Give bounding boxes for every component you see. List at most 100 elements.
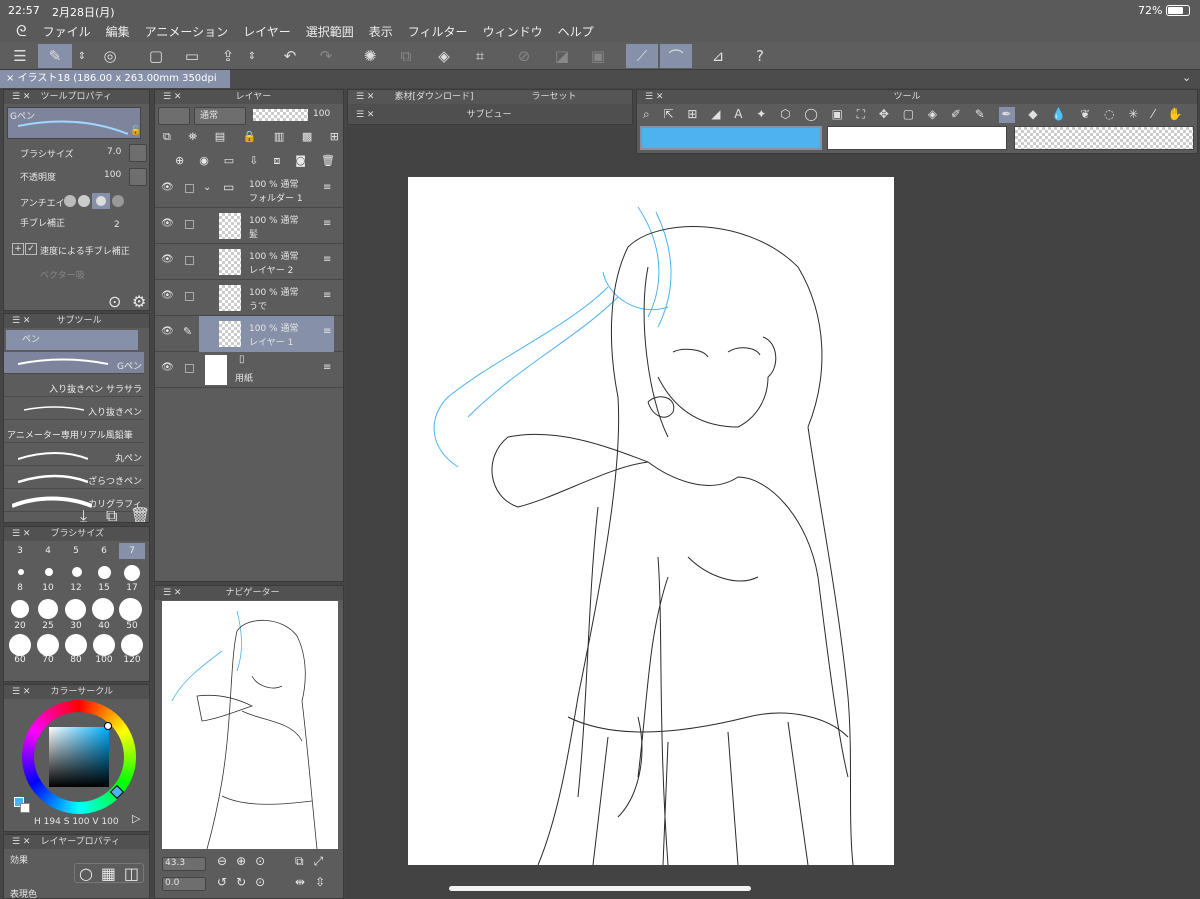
sparkle-tool-icon[interactable]: ✦ [756,107,766,123]
layer-checkbox[interactable] [185,364,194,373]
speed-stab-checkbox[interactable]: ✓ [25,243,37,255]
eraser-tool-icon[interactable]: ◆ [1028,107,1037,123]
subtool-item-zaratsuki[interactable]: ざらつきペン [4,467,144,489]
hand-tool-icon[interactable]: ✋ [1168,107,1183,123]
eye-icon[interactable]: 👁 [161,182,174,193]
sub-color-swatch[interactable] [20,803,30,813]
layer-color-selector[interactable] [158,107,190,125]
flip-vertical-icon[interactable]: ⇳ [315,875,325,889]
blend-mode-select[interactable]: 通常 [194,107,246,125]
stop-icon[interactable]: ⊙ [255,854,265,868]
stabilization-value[interactable]: 2 [114,220,120,230]
close-panel-icon[interactable]: ☰ ✕ [645,92,663,102]
document-tab[interactable]: × イラスト18 (186.00 x 263.00mm 350dpi 43.3%… [0,70,230,102]
drag-handle-icon[interactable]: ≡ [323,326,331,337]
opacity-pressure-toggle[interactable] [129,168,147,186]
effect-buttons[interactable]: ○ ▦ ◫ [74,863,144,883]
opacity-value[interactable]: 100 [104,170,121,180]
eye-icon[interactable]: 👁 [161,326,174,337]
sub-color-bar[interactable] [827,126,1007,150]
eye-icon[interactable]: 👁 [161,362,174,373]
pencil-tool-icon[interactable]: ✎ [975,107,985,123]
brush-size-3[interactable]: 3 [7,546,33,556]
border-effect-icon[interactable]: ○ [79,864,93,883]
colorset-tab[interactable]: ラーセット [532,90,577,104]
antialias-weak[interactable] [78,195,90,207]
menu-file[interactable]: ファイル [43,23,91,40]
brush-size-100[interactable]: 100 [91,655,117,665]
ruler-icon[interactable]: ⊞ [330,130,339,144]
lock-transparency-icon[interactable]: ▥ [274,130,284,144]
brush-size-30[interactable]: 30 [63,621,89,631]
brush-preview[interactable]: Gペン 🔓 [7,107,141,139]
close-panel-icon[interactable]: ☰ ✕ [12,837,30,847]
layer-checkbox[interactable] [185,184,194,193]
antialias-strong[interactable] [112,195,124,207]
menu-view[interactable]: 表示 [369,23,393,40]
eye-icon[interactable]: 👁 [161,290,174,301]
mode-stepper-icon[interactable]: ⇕ [74,44,90,68]
material-tab[interactable]: 素材[ダウンロード] [394,90,473,104]
fill-tool-icon[interactable]: ◈ [928,107,937,123]
redo-icon[interactable]: ↷ [312,44,340,68]
drag-handle-icon[interactable]: ≡ [323,362,331,373]
rotate-view-icon[interactable]: ◎ [96,44,124,68]
special-ruler-snap-icon[interactable]: ⌒ [660,44,692,68]
new-file-icon[interactable]: ▢ [142,44,170,68]
magic-wand-icon[interactable]: ✳ [1128,107,1138,123]
grid-snap-icon[interactable]: ⊿ [704,44,732,68]
brush-size-25[interactable]: 25 [35,621,61,631]
brush-size-value[interactable]: 7.0 [107,147,121,157]
subview-tab[interactable]: サブビュー [466,108,511,122]
brush-tool-icon[interactable]: ✐ [951,107,961,123]
layer-checkbox[interactable] [185,220,194,229]
drag-handle-icon[interactable]: ≡ [323,218,331,229]
edit-mode-icon[interactable]: ✎ [38,44,72,68]
brush-size-80[interactable]: 80 [63,655,89,665]
layer-row-arm[interactable]: 👁 100 % 通常 うで ≡ [155,280,343,316]
brush-size-15[interactable]: 15 [91,583,117,593]
pressure-toggle[interactable] [129,144,147,162]
opacity-slider[interactable] [253,109,308,121]
layer-checkbox[interactable] [185,292,194,301]
play-icon[interactable]: ▷ [132,812,140,825]
app-logo-icon[interactable]: ᘓ [16,22,27,40]
navigator-preview[interactable] [162,601,338,850]
fill-icon[interactable]: ◈ [430,44,458,68]
balloon-tool-icon[interactable]: ◯ [804,107,817,123]
brush-size-8[interactable]: 8 [7,583,33,593]
lock-icon[interactable]: 🔒 [243,130,257,144]
brush-size-4[interactable]: 4 [35,546,61,556]
brush-size-120[interactable]: 120 [119,655,145,665]
actual-size-icon[interactable]: ⤢ [314,854,324,869]
main-color-bar[interactable] [640,126,822,150]
mask-icon[interactable]: ▩ [302,130,312,144]
transform-icon[interactable]: ⧉ [392,44,420,68]
move-layer-icon[interactable]: ✥ [879,107,889,123]
close-panel-icon[interactable]: ☰ ✕ [356,110,374,120]
subtool-item-gpen[interactable]: Gペン [4,352,144,374]
menu-window[interactable]: ウィンドウ [483,23,543,40]
gradient-tool-icon[interactable]: ▣ [832,107,843,123]
drag-handle-icon[interactable]: ≡ [323,182,331,193]
brush-size-17[interactable]: 17 [119,583,145,593]
open-folder-icon[interactable]: ▭ [178,44,206,68]
layer-opacity-value[interactable]: 100 [313,109,330,119]
rotate-field[interactable]: 0.0 [162,877,206,891]
menu-filter[interactable]: フィルター [408,23,468,40]
expand-icon[interactable]: + [12,243,24,255]
hamburger-menu-icon[interactable]: ☰ [6,44,34,68]
clip-icon[interactable]: ⧉ [163,130,171,144]
layer-checkbox[interactable] [185,256,194,265]
duplicate-subtool-icon[interactable]: ⧉ [106,506,117,522]
layer-row-paper[interactable]: 👁 ▯ 用紙 ≡ [155,352,343,388]
eye-icon[interactable]: 👁 [161,218,174,229]
blend-tool-icon[interactable]: 💧 [1051,107,1066,123]
crop-icon[interactable]: ⌗ [466,44,494,68]
close-panel-icon[interactable]: ☰ ✕ [163,92,181,102]
new-vector-layer-icon[interactable]: ◉ [199,154,209,168]
saturation-value-square[interactable] [49,727,109,787]
airbrush-tool-icon[interactable]: ❦ [1080,107,1090,123]
flip-horizontal-icon[interactable]: ⇹ [295,875,305,889]
menu-edit[interactable]: 編集 [106,23,130,40]
